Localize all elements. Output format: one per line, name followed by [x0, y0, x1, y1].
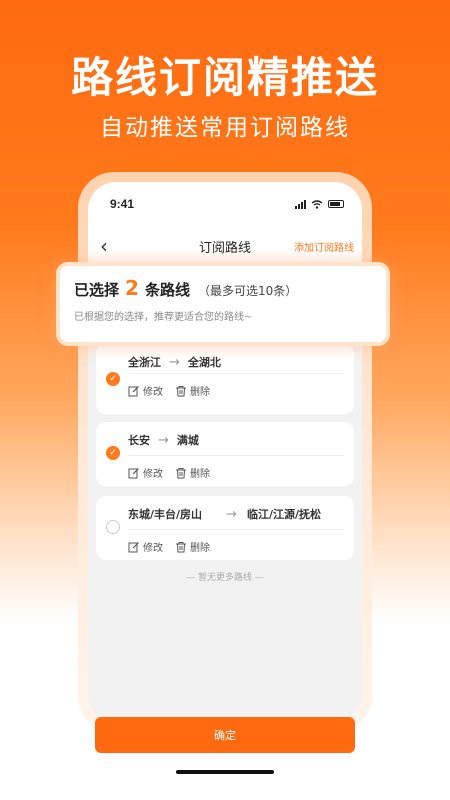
- route-to: 临江/江源/抚松: [246, 508, 321, 521]
- confirm-button[interactable]: 确定: [95, 717, 355, 753]
- edit-button[interactable]: 修改: [128, 383, 163, 398]
- phone-mockup: 9:41 ‹ 订阅路线 添加订阅路线 ✓ 全浙江 → 全湖北 修改 删除 ✓ 长…: [78, 172, 372, 732]
- signal-icon: [295, 199, 306, 209]
- divider: [128, 455, 344, 456]
- route-actions: 修改 删除: [128, 539, 210, 554]
- route-card[interactable]: ✓ 长安 → 满城 修改 删除: [96, 422, 354, 486]
- edit-button[interactable]: 修改: [128, 465, 163, 480]
- divider: [128, 529, 344, 530]
- trash-icon: [176, 541, 186, 552]
- selection-summary-card: 已选择 2 条路线 （最多可选10条） 已根据您的选择，推荐更适合您的路线~: [56, 262, 390, 346]
- checkbox-checked-icon[interactable]: ✓: [106, 372, 120, 386]
- route-from: 东城/丰台/房山: [128, 508, 203, 521]
- selection-limit-note: （最多可选10条）: [197, 284, 298, 298]
- delete-button[interactable]: 删除: [175, 465, 210, 480]
- edit-icon: [128, 541, 139, 552]
- route-line: 东城/丰台/房山 → 临江/江源/抚松: [128, 506, 321, 522]
- trash-icon: [176, 467, 186, 478]
- route-from: 全浙江: [128, 356, 161, 369]
- selection-description: 已根据您的选择，推荐更适合您的路线~: [74, 312, 253, 323]
- selection-summary: 已选择 2 条路线 （最多可选10条）: [74, 276, 372, 300]
- battery-icon: [328, 200, 344, 208]
- checkbox-unchecked-icon[interactable]: [106, 520, 120, 534]
- edit-icon: [128, 385, 139, 396]
- route-card[interactable]: ✓ 全浙江 → 全湖北 修改 删除: [96, 344, 354, 414]
- selection-suffix: 条路线: [144, 281, 190, 299]
- selection-prefix: 已选择: [74, 281, 120, 299]
- trash-icon: [176, 385, 186, 396]
- route-from: 长安: [128, 434, 150, 447]
- edit-button[interactable]: 修改: [128, 539, 163, 554]
- route-line: 全浙江 → 全湖北: [128, 354, 221, 370]
- arrow-right-icon: →: [226, 506, 237, 522]
- selection-count: 2: [125, 276, 139, 300]
- checkbox-checked-icon[interactable]: ✓: [106, 446, 120, 460]
- list-footer: — 暂无更多路线 —: [186, 573, 264, 583]
- status-icons: [295, 199, 344, 209]
- promo-headline: 路线订阅精推送: [70, 53, 379, 102]
- delete-button[interactable]: 删除: [175, 383, 210, 398]
- route-to: 满城: [176, 434, 199, 447]
- add-route-button[interactable]: 添加订阅路线: [294, 239, 354, 254]
- wifi-icon: [311, 199, 323, 209]
- arrow-right-icon: →: [169, 354, 180, 370]
- status-time: 9:41: [110, 197, 135, 211]
- chevron-left-icon[interactable]: ‹: [100, 234, 108, 258]
- route-actions: 修改 删除: [128, 465, 210, 480]
- arrow-right-icon: →: [158, 432, 169, 448]
- delete-button[interactable]: 删除: [175, 539, 210, 554]
- status-bar: 9:41: [88, 182, 362, 226]
- route-to: 全湖北: [187, 356, 221, 369]
- divider: [128, 373, 344, 374]
- route-line: 长安 → 满城: [128, 432, 199, 448]
- route-card[interactable]: 东城/丰台/房山 → 临江/江源/抚松 修改 删除: [96, 496, 354, 560]
- promo-subheadline: 自动推送常用订阅路线: [100, 115, 350, 141]
- edit-icon: [128, 467, 139, 478]
- home-indicator: [176, 770, 274, 774]
- nav-bar: ‹ 订阅路线 添加订阅路线: [88, 226, 362, 266]
- route-actions: 修改 删除: [128, 383, 210, 398]
- page-title: 订阅路线: [198, 240, 251, 256]
